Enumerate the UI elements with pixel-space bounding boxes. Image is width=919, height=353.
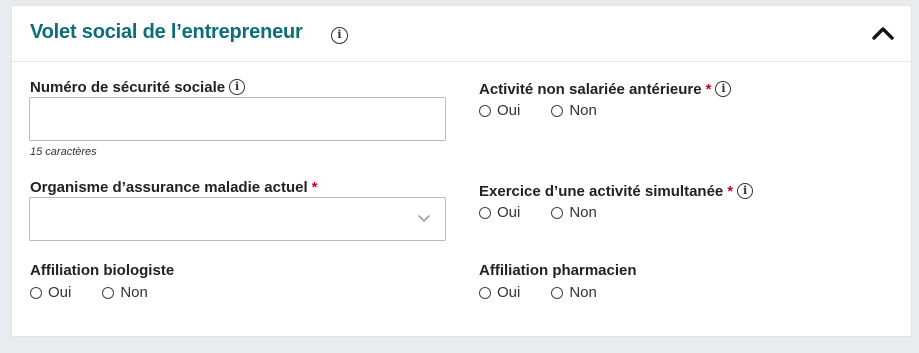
- activite-anterieure-label-text: Activité non salariée antérieure: [479, 81, 702, 98]
- radio-label: Non: [569, 204, 597, 221]
- section-title: Volet social de l’entrepreneur: [30, 21, 303, 43]
- nir-label-text: Numéro de sécurité sociale: [30, 79, 226, 96]
- radio-button[interactable]: [479, 104, 491, 117]
- organisme-label-text: Organisme d’assurance maladie actuel: [30, 179, 308, 196]
- info-icon[interactable]: i: [229, 78, 246, 95]
- info-icon[interactable]: i: [715, 80, 732, 97]
- activite-anterieure-radio-group: Oui Non: [479, 102, 628, 119]
- affiliation-bio-radio-group: Oui Non: [30, 284, 179, 301]
- activite-anterieure-label: Activité non salariée antérieure * i: [479, 80, 732, 98]
- nir-hint: 15 caractères: [30, 146, 97, 158]
- radio-button[interactable]: [30, 286, 42, 299]
- radio-label: Non: [569, 284, 597, 301]
- info-icon[interactable]: i: [331, 27, 348, 44]
- activite-simultanee-label-text: Exercice d’une activité simultanée: [479, 183, 724, 200]
- radio-label: Oui: [497, 204, 521, 221]
- nir-label: Numéro de sécurité sociale i: [30, 78, 246, 96]
- radio-label: Oui: [48, 284, 72, 301]
- activite-simultanee-label: Exercice d’une activité simultanée * i: [479, 182, 754, 200]
- radio-oui[interactable]: Oui: [30, 284, 71, 301]
- radio-non[interactable]: Non: [102, 284, 148, 301]
- required-marker: *: [311, 179, 318, 196]
- organisme-label: Organisme d’assurance maladie actuel *: [30, 179, 317, 196]
- radio-oui[interactable]: Oui: [479, 204, 520, 221]
- affiliation-pharma-radio-group: Oui Non: [479, 284, 628, 301]
- social-section-panel: Volet social de l’entrepreneur i Numéro …: [11, 5, 912, 337]
- radio-non[interactable]: Non: [551, 102, 597, 119]
- section-header: Volet social de l’entrepreneur i: [12, 6, 911, 62]
- required-marker: *: [727, 183, 734, 200]
- required-marker: *: [705, 81, 712, 98]
- radio-button[interactable]: [551, 104, 564, 117]
- radio-non[interactable]: Non: [551, 204, 597, 221]
- nir-input[interactable]: [29, 97, 446, 141]
- affiliation-pharma-label: Affiliation pharmacien: [479, 262, 637, 279]
- radio-non[interactable]: Non: [551, 284, 597, 301]
- radio-button[interactable]: [551, 286, 564, 299]
- affiliation-bio-label: Affiliation biologiste: [30, 262, 175, 279]
- info-icon[interactable]: i: [737, 182, 754, 199]
- radio-oui[interactable]: Oui: [479, 102, 520, 119]
- radio-button[interactable]: [479, 206, 491, 219]
- radio-button[interactable]: [551, 206, 564, 219]
- chevron-up-icon: [872, 27, 894, 40]
- activite-simultanee-radio-group: Oui Non: [479, 204, 628, 221]
- radio-label: Oui: [497, 284, 521, 301]
- chevron-down-icon: [418, 215, 430, 222]
- radio-button[interactable]: [102, 286, 115, 299]
- collapse-button[interactable]: [871, 22, 895, 44]
- radio-button[interactable]: [479, 286, 491, 299]
- organisme-select[interactable]: [29, 197, 446, 241]
- radio-label: Non: [120, 284, 148, 301]
- radio-label: Non: [569, 102, 597, 119]
- radio-label: Oui: [497, 102, 521, 119]
- radio-oui[interactable]: Oui: [479, 284, 520, 301]
